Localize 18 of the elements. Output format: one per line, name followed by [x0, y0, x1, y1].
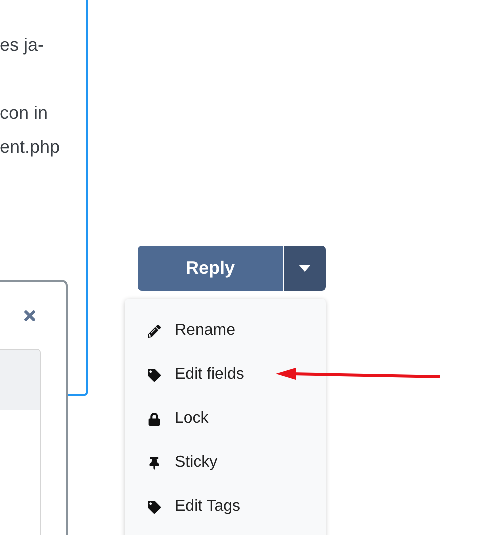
close-icon[interactable] — [22, 308, 38, 324]
text-line: con in — [0, 102, 48, 125]
menu-item[interactable]: Rename — [125, 309, 326, 353]
pushpin-icon — [148, 456, 160, 470]
pencil-icon — [148, 324, 160, 338]
menu-item[interactable]: Edit fields — [125, 353, 326, 397]
menu-item[interactable]: Sticky — [125, 441, 326, 485]
tag-icon — [148, 500, 160, 514]
reply-button[interactable]: Reply — [138, 246, 283, 291]
menu-item[interactable]: Lock — [125, 397, 326, 441]
dropdown-toggle-button[interactable] — [284, 246, 326, 291]
text-line: ent.php — [0, 136, 60, 159]
menu-item[interactable]: Edit Tags — [125, 485, 326, 529]
caret-icon — [299, 265, 311, 272]
text-line: es ja- — [0, 34, 44, 57]
tag-icon — [148, 368, 160, 382]
lock-icon — [148, 412, 160, 426]
box-header — [0, 350, 40, 410]
